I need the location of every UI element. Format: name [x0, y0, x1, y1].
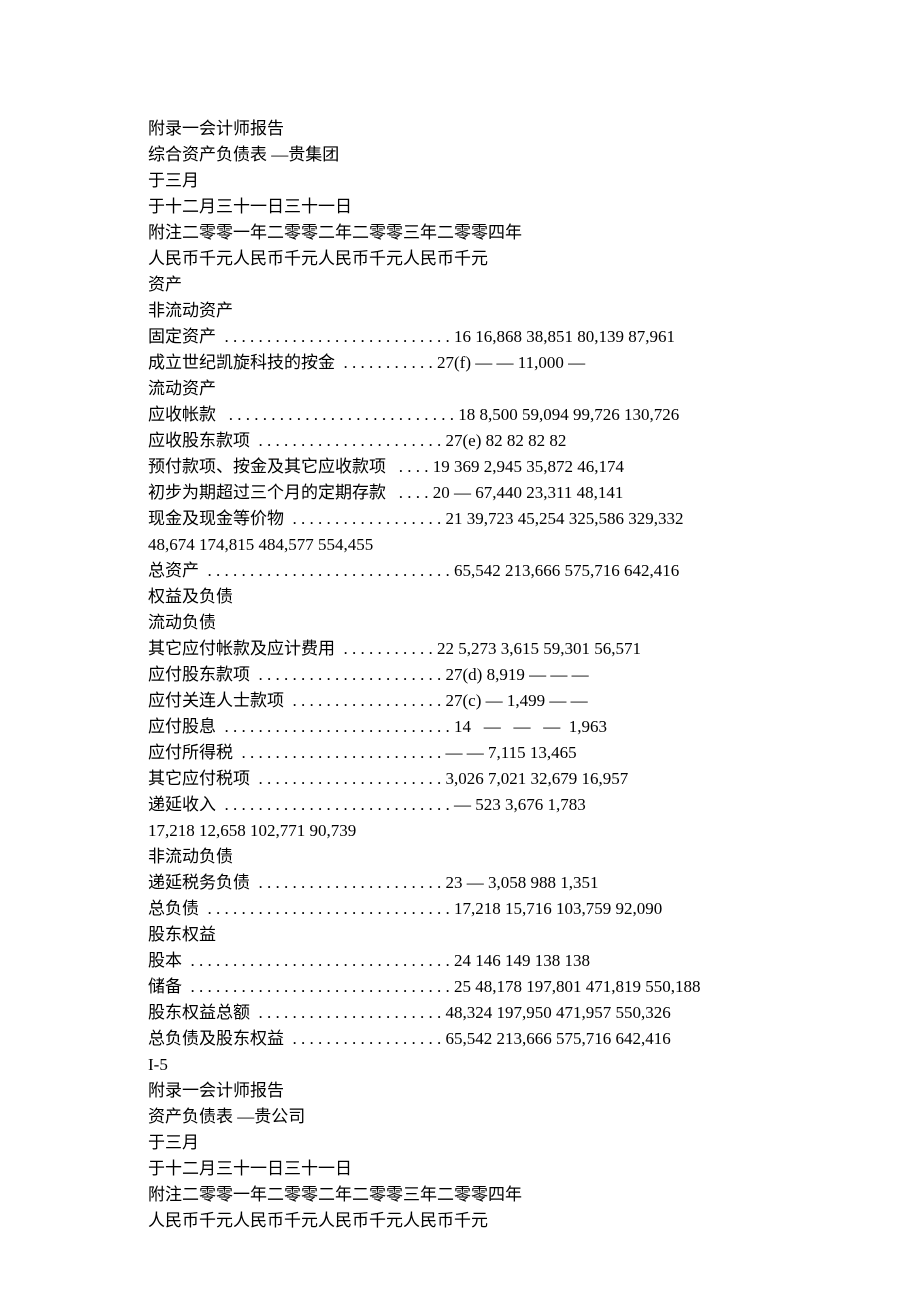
- text-line: 应收帐款 . . . . . . . . . . . . . . . . . .…: [148, 402, 848, 428]
- text-line: 应付股东款项 . . . . . . . . . . . . . . . . .…: [148, 662, 848, 688]
- text-line: 48,674 174,815 484,577 554,455: [148, 532, 848, 558]
- text-line: 应付关连人士款项 . . . . . . . . . . . . . . . .…: [148, 688, 848, 714]
- text-line: 权益及负债: [148, 584, 848, 610]
- text-line: 非流动负债: [148, 844, 848, 870]
- text-line: 递延收入 . . . . . . . . . . . . . . . . . .…: [148, 792, 848, 818]
- text-line: 固定资产 . . . . . . . . . . . . . . . . . .…: [148, 324, 848, 350]
- text-line: 人民币千元人民币千元人民币千元人民币千元: [148, 1208, 848, 1234]
- text-line: 资产: [148, 272, 848, 298]
- text-line: 综合资产负债表 —贵集团: [148, 142, 848, 168]
- text-line: 附注二零零一年二零零二年二零零三年二零零四年: [148, 1182, 848, 1208]
- text-line: 预付款项、按金及其它应收款项 . . . . 19 369 2,945 35,8…: [148, 454, 848, 480]
- text-line: 非流动资产: [148, 298, 848, 324]
- text-line: 附录一会计师报告: [148, 116, 848, 142]
- text-line: 应付股息 . . . . . . . . . . . . . . . . . .…: [148, 714, 848, 740]
- text-line: 附注二零零一年二零零二年二零零三年二零零四年: [148, 220, 848, 246]
- text-line: 应付所得税 . . . . . . . . . . . . . . . . . …: [148, 740, 848, 766]
- text-line: 于十二月三十一日三十一日: [148, 194, 848, 220]
- text-line: 现金及现金等价物 . . . . . . . . . . . . . . . .…: [148, 506, 848, 532]
- text-line: 其它应付税项 . . . . . . . . . . . . . . . . .…: [148, 766, 848, 792]
- text-line: 17,218 12,658 102,771 90,739: [148, 818, 848, 844]
- text-line: 初步为期超过三个月的定期存款 . . . . 20 — 67,440 23,31…: [148, 480, 848, 506]
- text-line: 于十二月三十一日三十一日: [148, 1156, 848, 1182]
- text-line: 股东权益总额 . . . . . . . . . . . . . . . . .…: [148, 1000, 848, 1026]
- text-line: I-5: [148, 1052, 848, 1078]
- text-line: 于三月: [148, 168, 848, 194]
- text-line: 递延税务负债 . . . . . . . . . . . . . . . . .…: [148, 870, 848, 896]
- text-line: 于三月: [148, 1130, 848, 1156]
- text-line: 流动负债: [148, 610, 848, 636]
- text-line: 储备 . . . . . . . . . . . . . . . . . . .…: [148, 974, 848, 1000]
- document-page: 附录一会计师报告 综合资产负债表 —贵集团 于三月 于十二月三十一日三十一日 附…: [0, 0, 848, 1234]
- text-line: 股本 . . . . . . . . . . . . . . . . . . .…: [148, 948, 848, 974]
- text-line: 总负债及股东权益 . . . . . . . . . . . . . . . .…: [148, 1026, 848, 1052]
- text-line: 其它应付帐款及应计费用 . . . . . . . . . . . 22 5,2…: [148, 636, 848, 662]
- text-line: 总资产 . . . . . . . . . . . . . . . . . . …: [148, 558, 848, 584]
- text-line: 资产负债表 —贵公司: [148, 1104, 848, 1130]
- text-line: 流动资产: [148, 376, 848, 402]
- text-line: 应收股东款项 . . . . . . . . . . . . . . . . .…: [148, 428, 848, 454]
- text-line: 股东权益: [148, 922, 848, 948]
- text-line: 附录一会计师报告: [148, 1078, 848, 1104]
- text-line: 成立世纪凯旋科技的按金 . . . . . . . . . . . 27(f) …: [148, 350, 848, 376]
- text-line: 人民币千元人民币千元人民币千元人民币千元: [148, 246, 848, 272]
- text-line: 总负债 . . . . . . . . . . . . . . . . . . …: [148, 896, 848, 922]
